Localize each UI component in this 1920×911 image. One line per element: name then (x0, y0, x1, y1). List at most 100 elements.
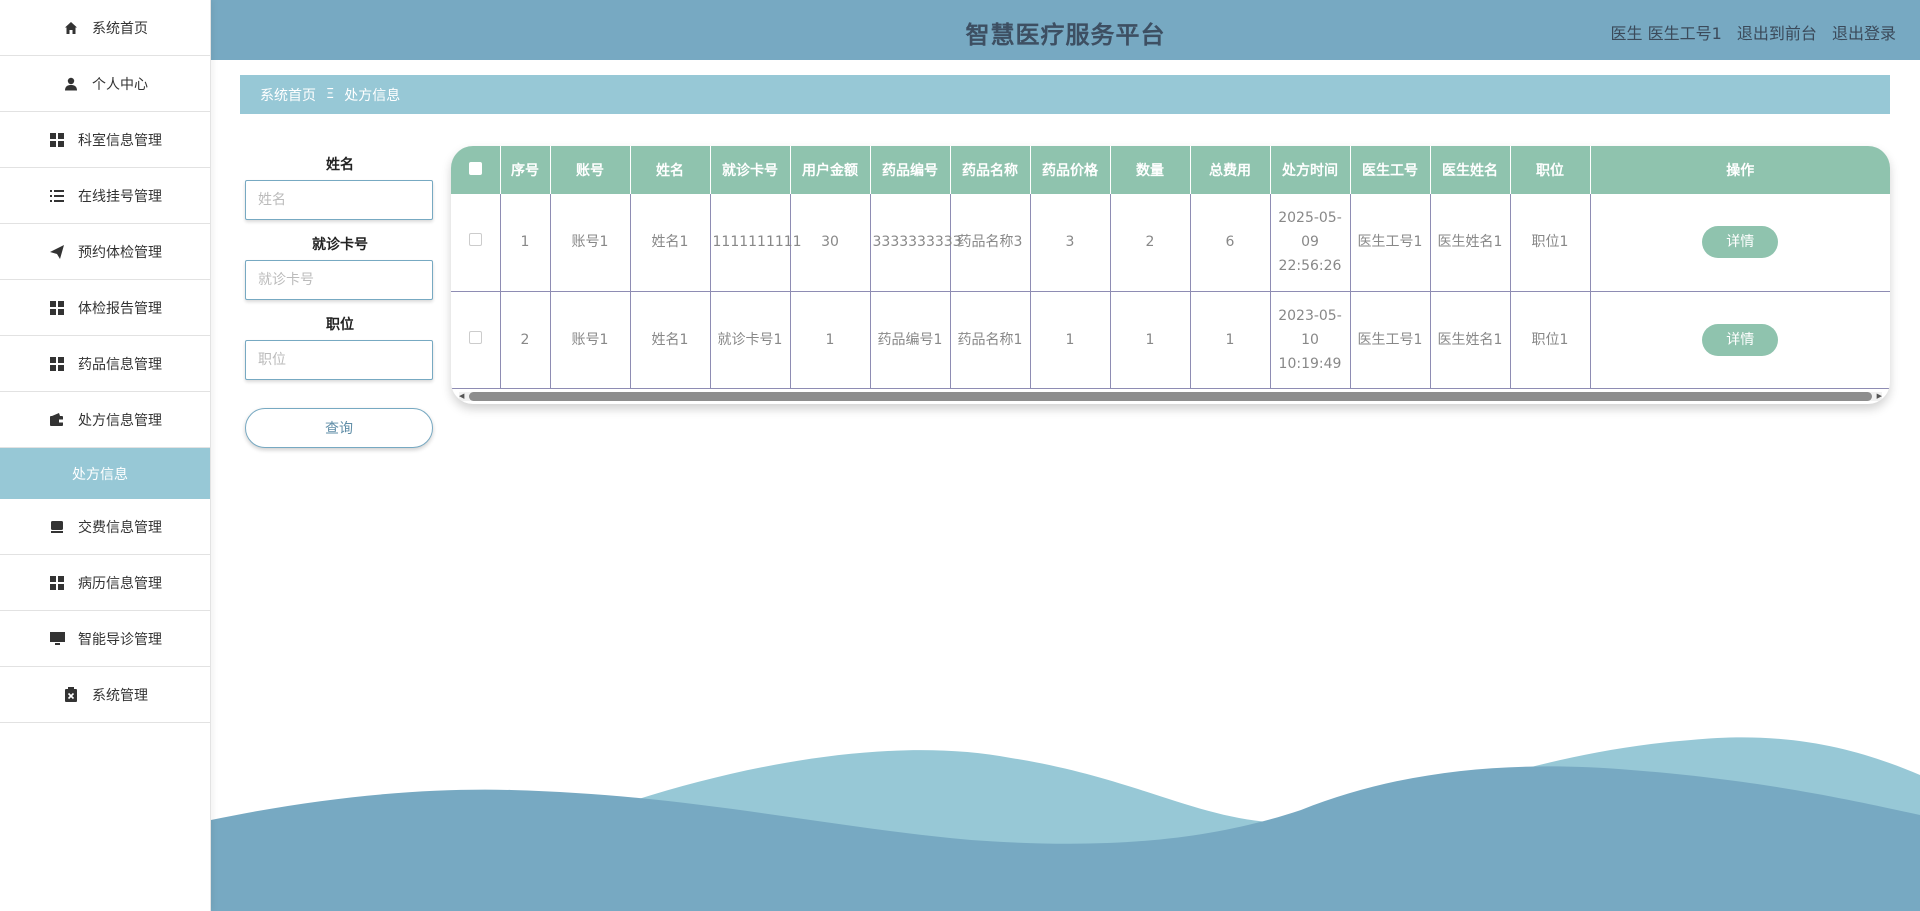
column-header: 就诊卡号 (710, 146, 791, 194)
grid-icon (48, 574, 66, 592)
sidebar-item-label: 个人中心 (92, 76, 148, 93)
table-cell: 1 (500, 194, 551, 292)
sidebar-item-label: 处方信息管理 (78, 412, 162, 429)
column-header: 用户金额 (790, 146, 871, 194)
sidebar-item-payment[interactable]: 交费信息管理 (0, 499, 210, 555)
logout-link[interactable]: 退出登录 (1832, 24, 1896, 43)
back-to-front-link[interactable]: 退出到前台 (1737, 24, 1817, 43)
actions-cell: 详情 (1590, 291, 1890, 389)
grid-icon (48, 299, 66, 317)
sidebar-item-label: 系统首页 (92, 20, 148, 37)
table-cell: 账号1 (550, 194, 631, 292)
column-header: 职位 (1510, 146, 1591, 194)
sidebar-item-prescription[interactable]: 处方信息管理 (0, 392, 210, 448)
sidebar-item-label: 体检报告管理 (78, 300, 162, 317)
sidebar-item-medical-record[interactable]: 病历信息管理 (0, 555, 210, 611)
column-header: 药品价格 (1030, 146, 1111, 194)
row-select-cell[interactable] (451, 194, 501, 292)
monitor-icon (48, 630, 66, 648)
breadcrumb-home[interactable]: 系统首页 (260, 85, 316, 105)
table-row: 2 账号1 姓名1 就诊卡号1 1 药品编号1 药品名称1 1 1 1 2023… (451, 291, 1890, 389)
sidebar-item-label: 预约体检管理 (78, 244, 162, 261)
sidebar-item-system[interactable]: 系统管理 (0, 667, 210, 723)
breadcrumb-separator: Ξ (326, 87, 335, 102)
sidebar-item-checkup-report[interactable]: 体检报告管理 (0, 280, 210, 336)
table-cell: 医生工号1 (1350, 194, 1431, 292)
position-input[interactable] (245, 340, 433, 380)
sidebar-item-department[interactable]: 科室信息管理 (0, 112, 210, 168)
table-header-row: 序号 账号 姓名 就诊卡号 用户金额 药品编号 药品名称 药品价格 数量 总费用… (451, 146, 1890, 194)
column-header: 账号 (550, 146, 631, 194)
table-cell: 2 (1110, 194, 1191, 292)
table-cell: 药品名称1 (950, 291, 1031, 389)
scrollbar-thumb[interactable] (469, 392, 1872, 401)
name-label: 姓名 (326, 157, 354, 173)
sidebar-item-label: 药品信息管理 (78, 356, 162, 373)
sidebar-item-smart-guide[interactable]: 智能导诊管理 (0, 611, 210, 667)
detail-button[interactable]: 详情 (1702, 323, 1779, 356)
table-cell: 1 (790, 291, 871, 389)
card-number-label: 就诊卡号 (312, 237, 368, 253)
table-cell: 30 (790, 194, 871, 292)
search-form: 姓名 就诊卡号 职位 查询 (245, 150, 435, 448)
sidebar-item-label: 系统管理 (92, 687, 148, 704)
name-input[interactable] (245, 180, 433, 220)
sidebar-item-profile[interactable]: 个人中心 (0, 56, 210, 112)
top-header: 智慧医疗服务平台 医生 医生工号1 退出到前台 退出登录 (211, 0, 1920, 60)
column-header: 总费用 (1190, 146, 1271, 194)
grid-icon (48, 355, 66, 373)
table-cell: 2 (500, 291, 551, 389)
paper-plane-icon (48, 243, 66, 261)
sidebar-item-medicine[interactable]: 药品信息管理 (0, 336, 210, 392)
query-button[interactable]: 查询 (245, 408, 433, 448)
table-cell: 账号1 (550, 291, 631, 389)
table-cell: 姓名1 (630, 291, 711, 389)
grid-icon (48, 131, 66, 149)
column-header: 操作 (1590, 146, 1890, 194)
breadcrumb-current: 处方信息 (344, 87, 401, 104)
table-cell: 药品名称3 (950, 194, 1031, 292)
table-cell: 3 (1030, 194, 1111, 292)
sidebar-item-label: 智能导诊管理 (78, 631, 162, 648)
sidebar-item-checkup-booking[interactable]: 预约体检管理 (0, 224, 210, 280)
sidebar-item-label: 在线挂号管理 (78, 188, 162, 205)
column-header: 姓名 (630, 146, 711, 194)
card-number-input[interactable] (245, 260, 433, 300)
table-cell: 药品编号1 (870, 291, 951, 389)
table-cell: 2023-05-10 10:19:49 (1270, 291, 1351, 389)
sidebar-item-home[interactable]: 系统首页 (0, 0, 210, 56)
table-cell: 职位1 (1510, 194, 1591, 292)
header-user-area: 医生 医生工号1 退出到前台 退出登录 (1611, 20, 1897, 44)
scroll-right-icon[interactable]: ▶ (1877, 392, 1882, 401)
table-cell: 姓名1 (630, 194, 711, 292)
sidebar-subitem-prescription-info[interactable]: 处方信息 (0, 448, 210, 499)
sidebar-subitem-label: 处方信息 (72, 466, 128, 483)
detail-button[interactable]: 详情 (1702, 226, 1779, 259)
position-label: 职位 (326, 317, 354, 333)
sidebar: 系统首页 个人中心 科室信息管理 在线挂号管理 预约体检管理 体检报告管理 药品… (0, 0, 211, 911)
column-header: 数量 (1110, 146, 1191, 194)
current-user: 医生 医生工号1 (1610, 24, 1722, 43)
table-cell: 职位1 (1510, 291, 1591, 389)
row-select-cell[interactable] (451, 291, 501, 389)
breadcrumb: 系统首页 Ξ 处方信息 (240, 75, 1890, 114)
column-header: 药品编号 (870, 146, 951, 194)
sidebar-item-label: 交费信息管理 (78, 519, 162, 536)
table-cell: 1 (1110, 291, 1191, 389)
horizontal-scrollbar[interactable]: ◀ ▶ (459, 392, 1882, 401)
user-icon (62, 75, 80, 93)
wallet-icon (48, 411, 66, 429)
clipboard-icon (62, 686, 80, 704)
select-all-header[interactable] (451, 146, 501, 194)
column-header: 医生工号 (1350, 146, 1431, 194)
column-header: 医生姓名 (1430, 146, 1511, 194)
table-cell: 医生工号1 (1350, 291, 1431, 389)
row-checkbox[interactable] (468, 330, 482, 344)
scroll-left-icon[interactable]: ◀ (459, 392, 464, 401)
table-cell: 1 (1030, 291, 1111, 389)
sidebar-item-registration[interactable]: 在线挂号管理 (0, 168, 210, 224)
row-checkbox[interactable] (468, 233, 482, 247)
sidebar-item-label: 病历信息管理 (78, 575, 162, 592)
column-header: 处方时间 (1270, 146, 1351, 194)
select-all-checkbox[interactable] (468, 161, 482, 175)
